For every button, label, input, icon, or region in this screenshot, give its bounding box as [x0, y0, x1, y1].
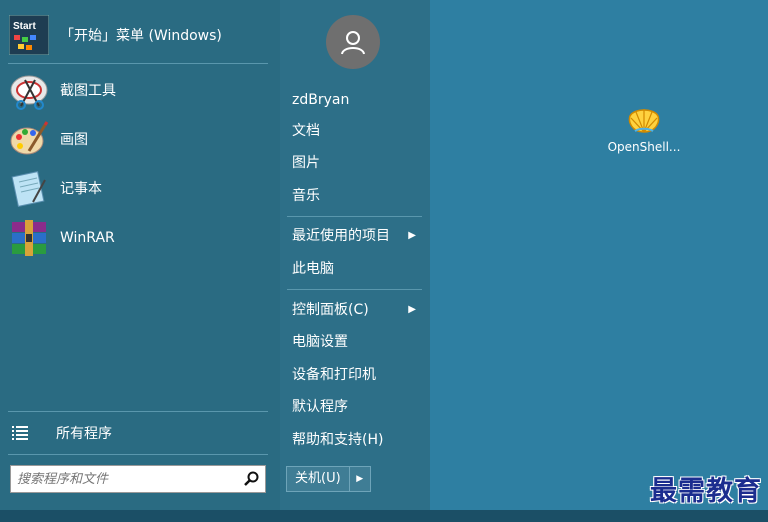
search-icon[interactable] — [239, 471, 265, 487]
paint-icon — [8, 118, 50, 160]
shutdown-button[interactable]: 关机(U) — [286, 466, 350, 492]
menu-this-pc[interactable]: 此电脑 — [292, 257, 422, 281]
pinned-item-label: 截图工具 — [60, 83, 116, 99]
snipping-tool-icon — [8, 69, 50, 111]
watermark: 最需教育 — [650, 476, 762, 507]
chevron-right-icon: ▶ — [356, 474, 364, 484]
search-input[interactable] — [11, 466, 239, 492]
separator — [8, 411, 268, 412]
menu-pictures[interactable]: 图片 — [292, 151, 422, 175]
pinned-item-label: WinRAR — [60, 230, 115, 246]
pinned-item-label: 「开始」菜单 (Windows) — [60, 28, 222, 44]
all-programs-button[interactable]: 所有程序 — [10, 420, 112, 446]
shell-icon — [628, 109, 660, 133]
pinned-item-paint[interactable]: 画图 — [8, 117, 270, 161]
pinned-item-start-menu[interactable]: Start 「开始」菜单 (Windows) — [8, 13, 270, 57]
start-menu-icon: Start — [8, 14, 50, 56]
desktop-icon-label: OpenShell... — [607, 140, 681, 154]
user-avatar[interactable] — [326, 15, 380, 69]
menu-control-panel[interactable]: 控制面板(C) ▶ — [292, 298, 422, 322]
svg-text:Start: Start — [13, 21, 36, 32]
submenu-arrow-icon: ▶ — [408, 230, 416, 241]
desktop-icon-openshell[interactable]: OpenShell... — [598, 104, 690, 154]
menu-help-support[interactable]: 帮助和支持(H) — [292, 428, 422, 452]
shutdown-options-button[interactable]: ▶ — [349, 466, 371, 492]
menu-music[interactable]: 音乐 — [292, 184, 422, 208]
menu-pc-settings[interactable]: 电脑设置 — [292, 330, 422, 354]
winrar-icon — [8, 217, 50, 259]
search-box[interactable] — [10, 465, 266, 493]
separator — [8, 63, 268, 64]
submenu-arrow-icon: ▶ — [408, 304, 416, 315]
menu-default-programs[interactable]: 默认程序 — [292, 395, 422, 419]
shutdown-group: 关机(U) ▶ — [286, 466, 371, 492]
separator — [287, 289, 422, 290]
menu-devices-printers[interactable]: 设备和打印机 — [292, 363, 422, 387]
separator — [8, 454, 268, 455]
menu-recent-items[interactable]: 最近使用的项目 ▶ — [292, 224, 422, 248]
taskbar — [0, 510, 768, 522]
pinned-item-winrar[interactable]: WinRAR — [8, 216, 270, 260]
pinned-item-notepad[interactable]: 记事本 — [8, 166, 270, 210]
user-name[interactable]: zdBryan — [292, 88, 422, 112]
pinned-item-label: 画图 — [60, 132, 88, 148]
user-icon — [341, 31, 365, 55]
pinned-item-label: 记事本 — [60, 181, 102, 197]
notepad-icon — [8, 167, 50, 209]
all-programs-label: 所有程序 — [56, 426, 112, 442]
separator — [287, 216, 422, 217]
pinned-item-snipping-tool[interactable]: 截图工具 — [8, 68, 270, 112]
list-icon — [10, 425, 30, 441]
menu-documents[interactable]: 文档 — [292, 119, 422, 143]
